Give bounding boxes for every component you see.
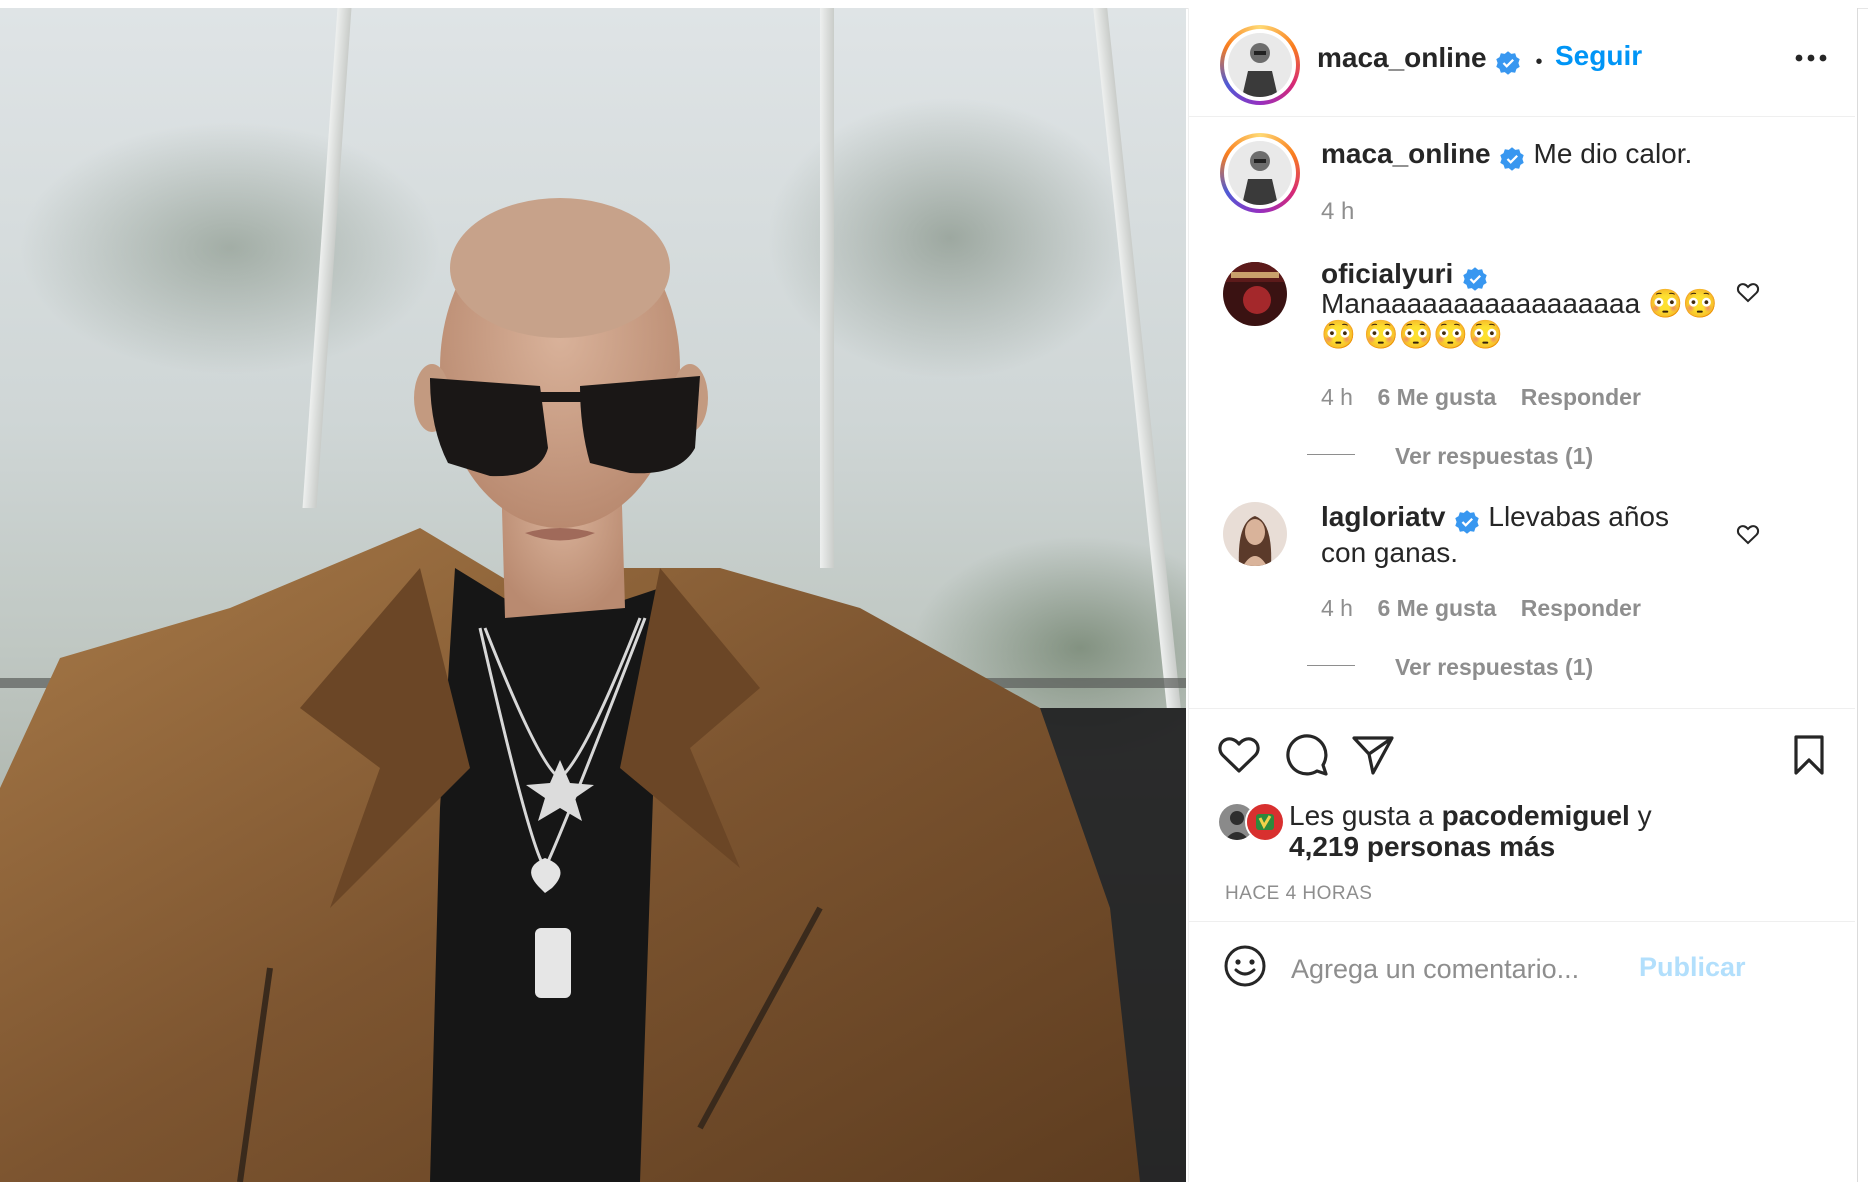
comment-username[interactable]: oficialyuri (1321, 258, 1453, 289)
heart-icon[interactable] (1217, 734, 1261, 779)
smiley-icon[interactable] (1223, 944, 1267, 993)
avatar[interactable] (1223, 262, 1287, 326)
publish-button[interactable]: Publicar (1639, 952, 1746, 983)
bookmark-icon[interactable] (1791, 734, 1827, 781)
likes-prefix: Les gusta a (1289, 800, 1434, 831)
caption: maca_online Me dio calor. (1321, 138, 1692, 172)
post-header: maca_online • (1317, 42, 1553, 76)
follow-button[interactable]: Seguir (1555, 40, 1642, 72)
caption-username[interactable]: maca_online (1321, 138, 1491, 169)
verified-badge-icon (1455, 510, 1479, 534)
view-replies-button[interactable]: Ver respuestas (1) (1395, 443, 1593, 470)
comment-text: Manaaaaaaaaaaaaaaaaa 😳😳😳 😳😳😳😳 (1321, 288, 1718, 350)
likes-summary: Les gusta a pacodemiguel y 4,219 persona… (1289, 800, 1729, 862)
dot-separator: • (1535, 51, 1543, 74)
comment-icon[interactable] (1285, 733, 1329, 782)
divider (1189, 708, 1855, 709)
likes-conj: y (1637, 800, 1652, 831)
person-figure (0, 198, 1140, 1182)
comment-actions: 4 h 6 Me gusta Responder (1321, 595, 1641, 622)
post-side-panel: maca_online • Seguir maca_online Me dio … (1188, 8, 1858, 1182)
caption-text: Me dio calor. (1533, 138, 1693, 169)
reply-button[interactable]: Responder (1521, 595, 1641, 621)
caption-time[interactable]: 4 h (1321, 198, 1354, 226)
comment-body: lagloriatv Llevabas años con ganas. (1321, 501, 1721, 573)
more-options-icon[interactable] (1791, 46, 1831, 70)
comment-input[interactable] (1289, 948, 1623, 990)
comment-likes[interactable]: 6 Me gusta (1377, 595, 1496, 621)
comment-time[interactable]: 4 h (1321, 595, 1353, 621)
replies-line (1307, 454, 1355, 455)
likes-user[interactable]: pacodemiguel (1442, 800, 1630, 831)
replies-line (1307, 665, 1355, 666)
avatar[interactable] (1245, 802, 1285, 842)
post-timestamp[interactable]: HACE 4 HORAS (1225, 883, 1372, 905)
caption-avatar-ring[interactable] (1220, 133, 1300, 213)
divider (1189, 116, 1855, 117)
profile-avatar-ring[interactable] (1220, 25, 1300, 105)
post-photo[interactable] (0, 8, 1186, 1182)
comment-like-heart-icon[interactable] (1736, 522, 1760, 546)
comment-username[interactable]: lagloriatv (1321, 501, 1445, 532)
comment-header: oficialyuri (1321, 258, 1488, 292)
divider (1189, 921, 1855, 922)
comment-like-heart-icon[interactable] (1736, 280, 1760, 304)
avatar[interactable] (1223, 502, 1287, 566)
paper-plane-icon[interactable] (1351, 734, 1395, 781)
verified-badge-icon (1496, 51, 1520, 75)
reply-button[interactable]: Responder (1521, 384, 1641, 410)
avatar (1228, 141, 1292, 205)
comment-time[interactable]: 4 h (1321, 384, 1353, 410)
view-replies-button[interactable]: Ver respuestas (1) (1395, 654, 1593, 681)
avatar (1228, 33, 1292, 97)
header-username[interactable]: maca_online (1317, 42, 1487, 73)
likes-others[interactable]: 4,219 personas más (1289, 831, 1555, 862)
comment-likes[interactable]: 6 Me gusta (1377, 384, 1496, 410)
verified-badge-icon (1500, 147, 1524, 171)
comment-actions: 4 h 6 Me gusta Responder (1321, 384, 1641, 411)
